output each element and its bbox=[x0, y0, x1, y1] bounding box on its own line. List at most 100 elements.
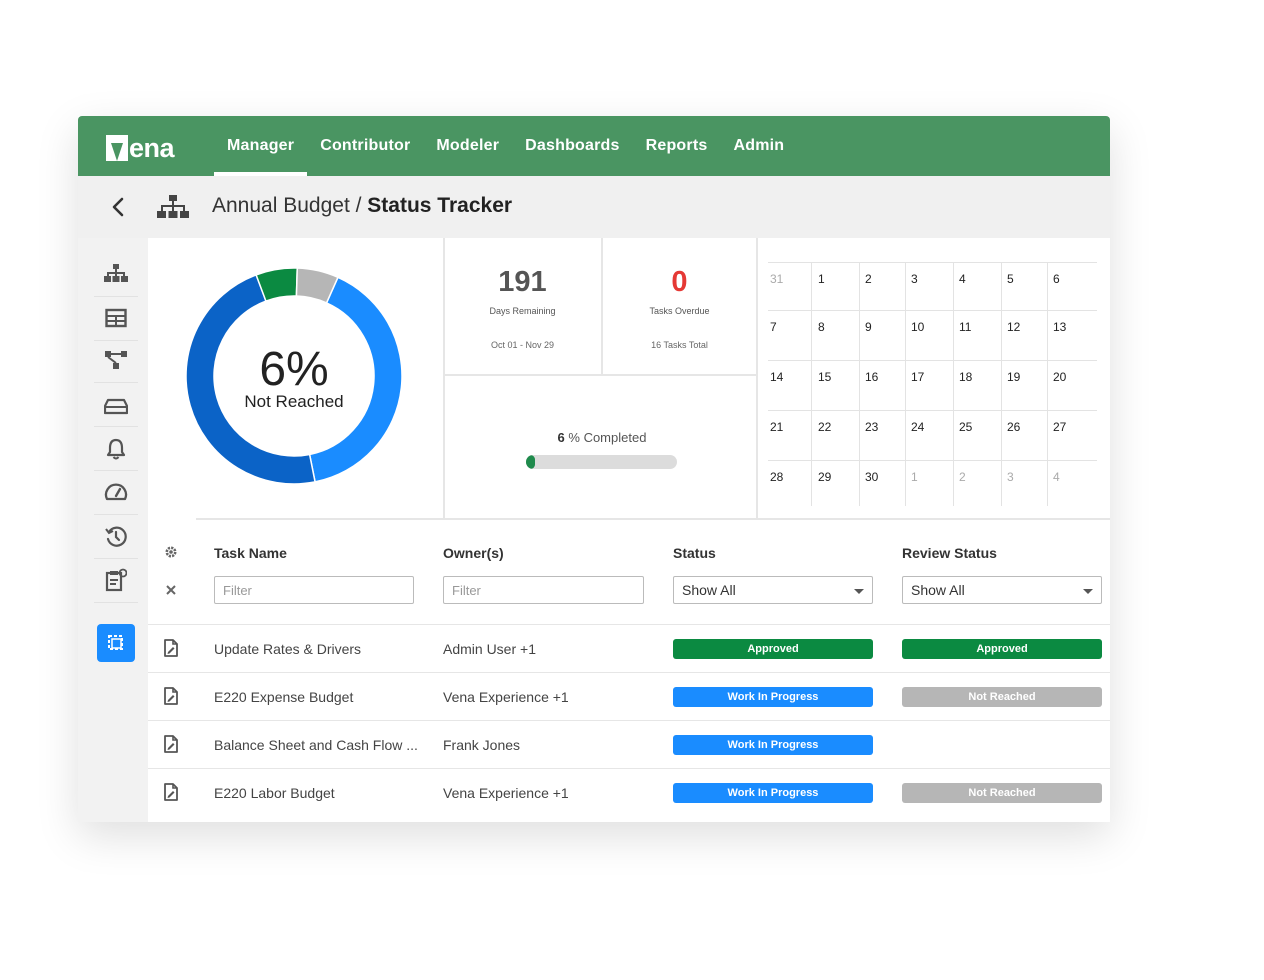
task-name[interactable]: Update Rates & Drivers bbox=[214, 641, 361, 657]
calendar-gridline bbox=[905, 262, 906, 506]
table-row[interactable]: Update Rates & Drivers Admin User +1 App… bbox=[148, 624, 1110, 672]
calendar-day[interactable]: 10 bbox=[909, 310, 956, 360]
document-edit-icon[interactable] bbox=[163, 686, 179, 706]
calendar-day[interactable]: 1 bbox=[816, 262, 863, 312]
column-header-task[interactable]: Task Name bbox=[214, 545, 287, 561]
status-badge[interactable]: Work In Progress bbox=[673, 687, 873, 707]
days-remaining-value: 191 bbox=[498, 266, 547, 298]
calendar-day[interactable]: 15 bbox=[816, 360, 863, 410]
calendar-day[interactable]: 4 bbox=[1051, 460, 1098, 510]
workflow-icon bbox=[105, 351, 127, 369]
calendar-day[interactable]: 24 bbox=[909, 410, 956, 460]
panel-divider bbox=[756, 238, 758, 520]
back-button[interactable] bbox=[108, 195, 128, 219]
calendar-day[interactable]: 25 bbox=[957, 410, 1004, 460]
calendar-gridline bbox=[1047, 262, 1048, 506]
calendar-day[interactable]: 11 bbox=[957, 310, 1004, 360]
calendar-day[interactable]: 28 bbox=[768, 460, 815, 510]
sidebar-clipboard[interactable] bbox=[104, 568, 128, 592]
calendar-day[interactable]: 5 bbox=[1005, 262, 1052, 312]
calendar-day[interactable]: 27 bbox=[1051, 410, 1098, 460]
nav-item-reports[interactable]: Reports bbox=[633, 116, 721, 176]
status-badge[interactable]: Approved bbox=[673, 639, 873, 659]
calendar-day[interactable]: 12 bbox=[1005, 310, 1052, 360]
review-status-badge[interactable]: Not Reached bbox=[902, 687, 1102, 707]
calendar-day[interactable]: 18 bbox=[957, 360, 1004, 410]
calendar: 31 1 2 3 4 5 6 7 8 9 10 11 12 13 14 15 16 17 18 19 20 21 22 23 2… bbox=[768, 262, 1097, 506]
nav-item-contributor[interactable]: Contributor bbox=[307, 116, 423, 176]
chevron-left-icon bbox=[112, 197, 124, 217]
table-row[interactable]: Balance Sheet and Cash Flow ... Frank Jo… bbox=[148, 720, 1110, 768]
sidebar-history[interactable] bbox=[104, 525, 128, 549]
review-filter-select[interactable]: Show All bbox=[902, 576, 1102, 604]
review-status-badge[interactable]: Not Reached bbox=[902, 783, 1102, 803]
breadcrumb-parent[interactable]: Annual Budget / bbox=[212, 194, 361, 217]
progress-label: 6 % Completed bbox=[446, 430, 758, 445]
sidebar-divider bbox=[94, 602, 138, 603]
column-header-status[interactable]: Status bbox=[673, 545, 716, 561]
calendar-day[interactable]: 2 bbox=[957, 460, 1004, 510]
status-badge[interactable]: Work In Progress bbox=[673, 783, 873, 803]
nav-item-admin[interactable]: Admin bbox=[720, 116, 797, 176]
calendar-day[interactable]: 26 bbox=[1005, 410, 1052, 460]
chevron-down-icon bbox=[854, 589, 864, 594]
calendar-day[interactable]: 29 bbox=[816, 460, 863, 510]
review-status-badge[interactable]: Approved bbox=[902, 639, 1102, 659]
calendar-day[interactable]: 16 bbox=[863, 360, 910, 410]
calendar-day[interactable]: 31 bbox=[768, 262, 815, 312]
history-icon bbox=[105, 526, 127, 547]
owner-filter-input[interactable] bbox=[443, 576, 644, 604]
document-edit-icon[interactable] bbox=[163, 734, 179, 754]
table-row[interactable]: E220 Labor Budget Vena Experience +1 Wor… bbox=[148, 768, 1110, 816]
calendar-day[interactable]: 22 bbox=[816, 410, 863, 460]
task-filter-input[interactable] bbox=[214, 576, 414, 604]
calendar-day[interactable]: 4 bbox=[957, 262, 1004, 312]
calendar-day[interactable]: 23 bbox=[863, 410, 910, 460]
sidebar-notifications[interactable] bbox=[104, 437, 128, 461]
status-filter-select[interactable]: Show All bbox=[673, 576, 873, 604]
calendar-day[interactable]: 9 bbox=[863, 310, 910, 360]
sidebar-dashboard[interactable] bbox=[104, 481, 128, 505]
document-edit-icon[interactable] bbox=[163, 638, 179, 658]
close-icon[interactable] bbox=[166, 585, 176, 595]
calendar-day[interactable]: 19 bbox=[1005, 360, 1052, 410]
task-name[interactable]: Balance Sheet and Cash Flow ... bbox=[214, 737, 418, 753]
sidebar-divider bbox=[94, 514, 138, 515]
sidebar-divider bbox=[94, 296, 138, 297]
calendar-day[interactable]: 13 bbox=[1051, 310, 1098, 360]
task-name[interactable]: E220 Expense Budget bbox=[214, 689, 353, 705]
column-header-review-status[interactable]: Review Status bbox=[902, 545, 997, 561]
calendar-day[interactable]: 20 bbox=[1051, 360, 1098, 410]
calendar-day[interactable]: 14 bbox=[768, 360, 815, 410]
calendar-day[interactable]: 3 bbox=[1005, 460, 1052, 510]
calendar-day[interactable]: 30 bbox=[863, 460, 910, 510]
review-filter-value: Show All bbox=[911, 582, 965, 598]
sidebar-divider bbox=[94, 470, 138, 471]
calendar-day[interactable]: 2 bbox=[863, 262, 910, 312]
task-tracker-icon bbox=[108, 635, 123, 650]
sidebar-table[interactable] bbox=[104, 306, 128, 330]
calendar-day[interactable]: 21 bbox=[768, 410, 815, 460]
vena-logo[interactable]: ena bbox=[106, 134, 175, 162]
table-row[interactable]: E220 Expense Budget Vena Experience +1 W… bbox=[148, 672, 1110, 720]
nav-item-modeler[interactable]: Modeler bbox=[423, 116, 512, 176]
nav-item-dashboards[interactable]: Dashboards bbox=[512, 116, 632, 176]
progress-bar bbox=[526, 455, 677, 469]
sidebar-task-tracker[interactable] bbox=[97, 624, 135, 662]
column-header-owner[interactable]: Owner(s) bbox=[443, 545, 504, 561]
status-badge[interactable]: Work In Progress bbox=[673, 735, 873, 755]
calendar-gridline bbox=[859, 262, 860, 506]
gear-icon[interactable] bbox=[164, 545, 178, 559]
sidebar-workflow[interactable] bbox=[104, 348, 128, 372]
calendar-day[interactable]: 7 bbox=[768, 310, 815, 360]
calendar-day[interactable]: 17 bbox=[909, 360, 956, 410]
calendar-day[interactable]: 6 bbox=[1051, 262, 1098, 312]
calendar-day[interactable]: 1 bbox=[909, 460, 956, 510]
task-name[interactable]: E220 Labor Budget bbox=[214, 785, 335, 801]
nav-item-manager[interactable]: Manager bbox=[214, 116, 308, 176]
document-edit-icon[interactable] bbox=[163, 782, 179, 802]
sidebar-hierarchy[interactable] bbox=[104, 262, 128, 286]
sidebar-storage[interactable] bbox=[104, 394, 128, 418]
calendar-day[interactable]: 3 bbox=[909, 262, 956, 312]
calendar-day[interactable]: 8 bbox=[816, 310, 863, 360]
